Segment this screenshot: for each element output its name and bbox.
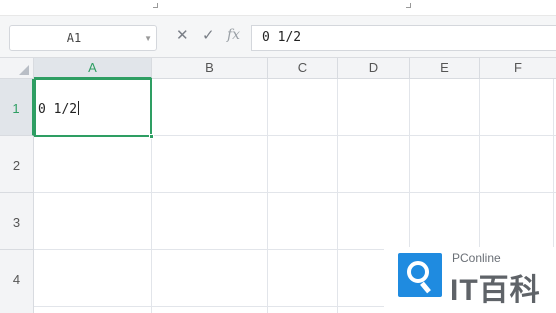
grid-line: [267, 79, 268, 313]
column-header-e[interactable]: E: [410, 58, 480, 79]
column-header-c[interactable]: C: [268, 58, 338, 79]
row-header-4[interactable]: 4: [0, 250, 34, 313]
cell-a1-value: 0 1/2: [38, 102, 78, 117]
ring: [407, 261, 429, 283]
row-header-1[interactable]: 1: [0, 79, 34, 136]
cell-a1-text: 0 1/2: [38, 101, 80, 117]
watermark-logo-text: IT百科: [450, 274, 541, 307]
ribbon-corner-mark: [406, 3, 411, 8]
grid-line: [34, 192, 556, 193]
row-header-label: 4: [12, 272, 21, 287]
name-box[interactable]: A1 ▼: [9, 25, 157, 51]
column-header-a[interactable]: A: [34, 58, 152, 79]
active-cell-a1[interactable]: 0 1/2: [34, 78, 154, 139]
fill-handle[interactable]: [149, 134, 154, 139]
column-header-b[interactable]: B: [152, 58, 268, 79]
name-box-value: A1: [66, 31, 82, 45]
row-header-2[interactable]: 2: [0, 136, 34, 193]
row-header-label: 3: [12, 215, 21, 230]
watermark: PConline IT百科: [384, 247, 556, 313]
ribbon-corner-mark: [153, 3, 158, 8]
search-logo-icon: [398, 253, 442, 297]
watermark-brand: PConline: [452, 251, 501, 265]
text-caret: [78, 101, 80, 115]
select-all-icon: [19, 65, 29, 75]
select-all-button[interactable]: [0, 58, 34, 79]
stick: [420, 281, 431, 294]
grid-line: [337, 79, 338, 313]
ribbon-edge: [0, 0, 556, 16]
column-header-f[interactable]: F: [480, 58, 556, 79]
row-header-label: 2: [12, 158, 21, 173]
formula-bar: A1 ▼ ✕ ✓ fx 0 1/2: [0, 16, 556, 58]
column-header-d[interactable]: D: [338, 58, 410, 79]
formula-input-value: 0 1/2: [262, 30, 302, 45]
dropdown-arrow-icon[interactable]: ▼: [144, 34, 152, 43]
fx-icon[interactable]: fx: [227, 27, 240, 43]
cancel-icon[interactable]: ✕: [176, 26, 189, 44]
row-header-label: 1: [12, 101, 20, 116]
confirm-icon[interactable]: ✓: [202, 26, 215, 44]
row-header-3[interactable]: 3: [0, 193, 34, 250]
formula-input[interactable]: 0 1/2: [251, 25, 556, 51]
